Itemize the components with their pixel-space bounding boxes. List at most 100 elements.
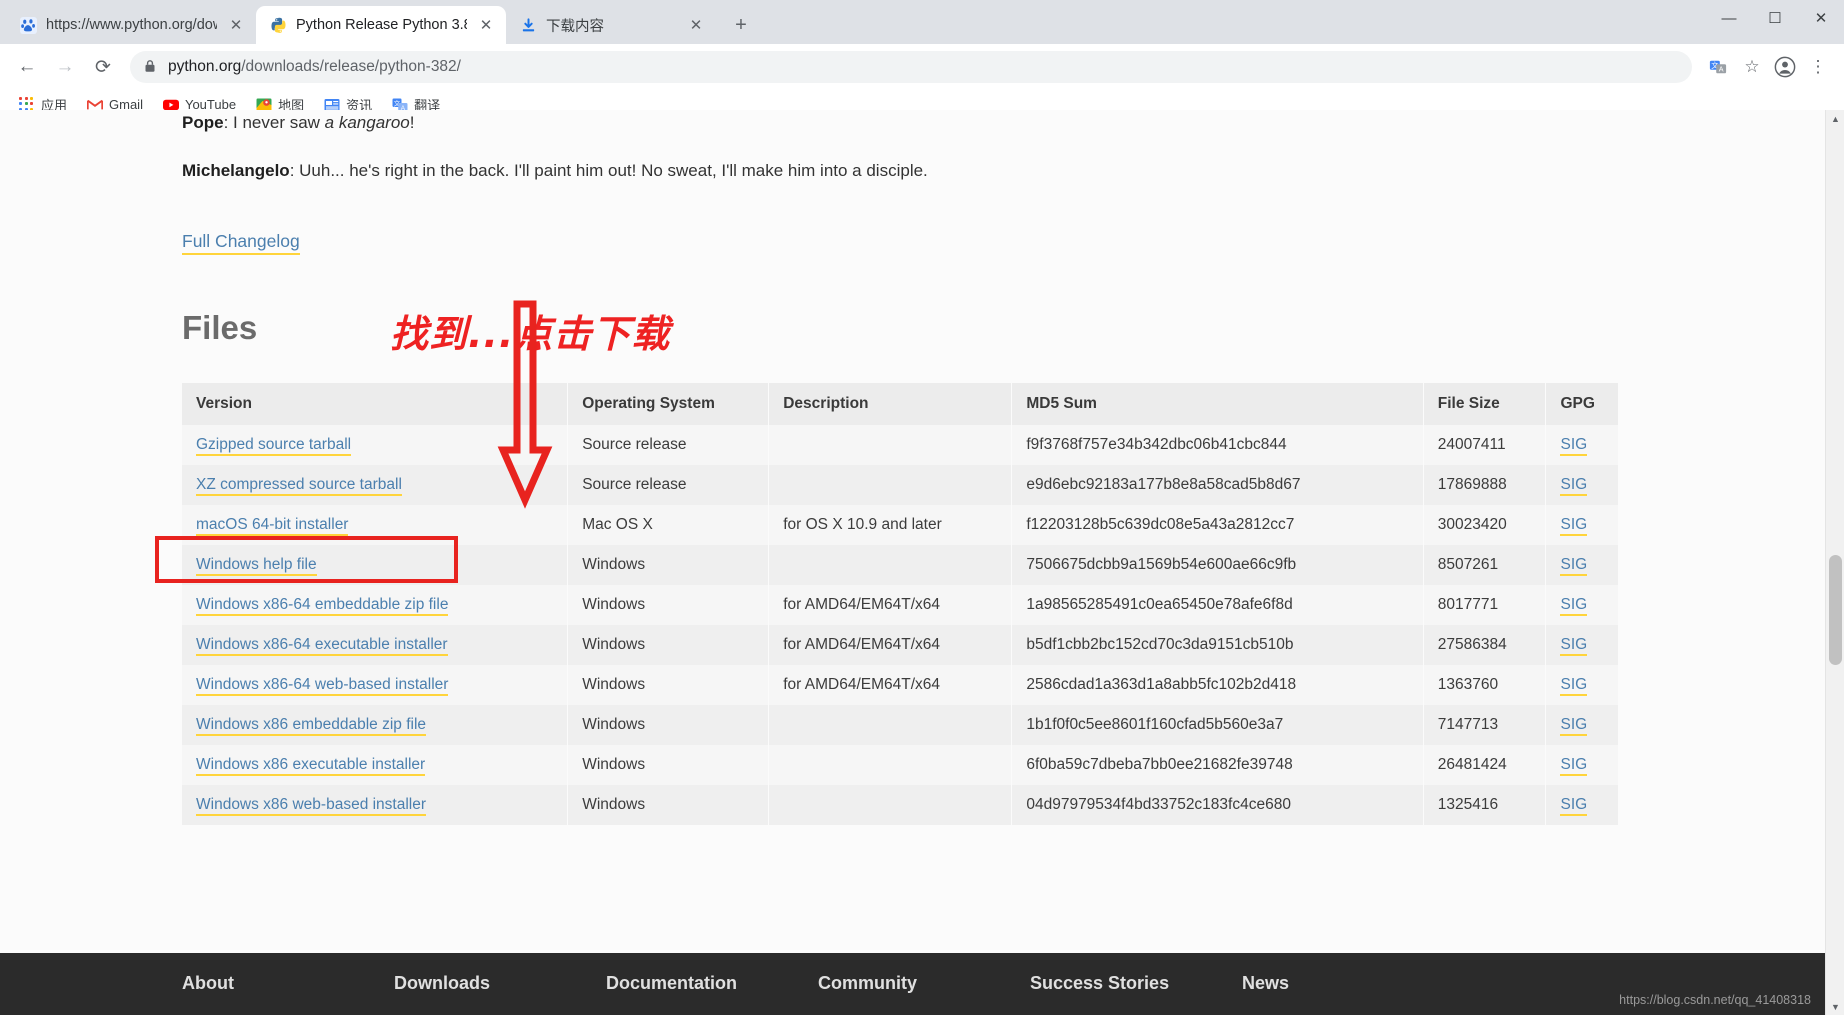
table-row: XZ compressed source tarball Source rele… [182, 465, 1619, 505]
column-header-md5[interactable]: MD5 Sum [1011, 383, 1424, 425]
column-header-version[interactable]: Version [182, 383, 569, 425]
browser-tab-1[interactable]: https://www.python.org/down ✕ [6, 6, 256, 44]
forward-icon[interactable]: → [48, 50, 82, 84]
cell-size: 26481424 [1423, 745, 1547, 785]
browser-tab-2[interactable]: Python Release Python 3.8.2 | ✕ [256, 6, 506, 44]
cell-gpg: SIG [1545, 705, 1619, 745]
download-link[interactable]: Windows help file [196, 556, 317, 576]
tab-strip: https://www.python.org/down ✕ Python Rel… [0, 0, 1844, 44]
scrollbar-thumb[interactable] [1829, 555, 1842, 665]
table-row: Windows x86-64 embeddable zip file Windo… [182, 585, 1619, 625]
sig-link[interactable]: SIG [1560, 676, 1588, 696]
cell-gpg: SIG [1545, 665, 1619, 705]
download-icon [520, 17, 537, 34]
quote-emph-pope: a kangaroo [324, 113, 410, 132]
close-window-button[interactable]: ✕ [1798, 0, 1844, 36]
back-icon[interactable]: ← [10, 50, 44, 84]
profile-avatar[interactable] [1770, 52, 1800, 82]
footer-link-documentation[interactable]: Documentation [606, 973, 818, 994]
cell-size: 8017771 [1423, 585, 1547, 625]
cell-os: Windows [567, 585, 770, 625]
url-path: /downloads/release/python-382/ [241, 58, 461, 75]
browser-tab-1-close-icon[interactable]: ✕ [226, 15, 246, 35]
reload-icon[interactable]: ⟳ [86, 50, 120, 84]
sig-link[interactable]: SIG [1560, 796, 1588, 816]
full-changelog-link[interactable]: Full Changelog [182, 231, 300, 255]
quote-speaker-pope: Pope [182, 113, 224, 132]
sig-link[interactable]: SIG [1560, 556, 1588, 576]
address-bar[interactable]: python.org/downloads/release/python-382/ [130, 51, 1692, 83]
browser-tab-2-close-icon[interactable]: ✕ [476, 15, 496, 35]
download-link[interactable]: Windows x86-64 embeddable zip file [196, 596, 449, 616]
quote-line-michelangelo: Michelangelo: Uuh... he's right in the b… [182, 158, 1825, 184]
cell-desc: for AMD64/EM64T/x64 [768, 665, 1013, 705]
sig-link[interactable]: SIG [1560, 436, 1588, 456]
scroll-down-icon[interactable]: ▼ [1826, 998, 1844, 1015]
download-link[interactable]: Windows x86-64 web-based installer [196, 676, 449, 696]
cell-desc: for OS X 10.9 and later [768, 505, 1013, 545]
quote-line-pope: Pope: I never saw a kangaroo! [182, 110, 1825, 136]
table-row-highlighted: Windows x86-64 executable installer Wind… [182, 625, 1619, 665]
footer-link-community[interactable]: Community [818, 973, 1030, 994]
page-content: Pope: I never saw a kangaroo! Michelange… [0, 110, 1825, 825]
download-link[interactable]: Windows x86 web-based installer [196, 796, 427, 816]
cell-size: 7147713 [1423, 705, 1547, 745]
cell-gpg: SIG [1545, 465, 1619, 505]
cell-version: Windows x86 executable installer [182, 745, 569, 785]
cell-desc [768, 705, 1013, 745]
table-row: Windows x86 embeddable zip file Windows … [182, 705, 1619, 745]
cell-md5: 6f0ba59c7dbeba7bb0ee21682fe39748 [1011, 745, 1424, 785]
column-header-gpg[interactable]: GPG [1545, 383, 1619, 425]
cell-size: 17869888 [1423, 465, 1547, 505]
cell-md5: f12203128b5c639dc08e5a43a2812cc7 [1011, 505, 1424, 545]
translate-icon[interactable]: 文 A [1702, 51, 1734, 83]
download-link[interactable]: Windows x86 executable installer [196, 756, 426, 776]
download-link[interactable]: macOS 64-bit installer [196, 516, 349, 536]
bookmark-star-icon[interactable]: ☆ [1736, 51, 1768, 83]
browser-menu-icon[interactable]: ⋮ [1802, 51, 1834, 83]
cell-version: macOS 64-bit installer [182, 505, 569, 545]
cell-desc [768, 425, 1013, 465]
download-link[interactable]: Windows x86 embeddable zip file [196, 716, 427, 736]
scroll-up-icon[interactable]: ▲ [1826, 110, 1844, 127]
browser-tab-2-title: Python Release Python 3.8.2 | [296, 17, 467, 33]
vertical-scrollbar[interactable]: ▲ ▼ [1825, 110, 1844, 1015]
new-tab-button[interactable]: + [726, 10, 756, 40]
cell-size: 24007411 [1423, 425, 1547, 465]
cell-version: Gzipped source tarball [182, 425, 569, 465]
sig-link[interactable]: SIG [1560, 636, 1588, 656]
footer-link-news[interactable]: News [1242, 973, 1454, 994]
cell-desc [768, 745, 1013, 785]
files-table: Version Operating System Description MD5… [182, 383, 1619, 825]
browser-tab-3-close-icon[interactable]: ✕ [686, 15, 706, 35]
cell-size: 1325416 [1423, 785, 1547, 825]
footer-link-downloads[interactable]: Downloads [394, 973, 606, 994]
download-link-x86-64-executable-installer[interactable]: Windows x86-64 executable installer [196, 636, 448, 656]
sig-link[interactable]: SIG [1560, 516, 1588, 536]
browser-tab-3-title: 下载内容 [546, 18, 604, 35]
minimize-button[interactable]: — [1706, 0, 1752, 36]
cell-desc [768, 465, 1013, 505]
column-header-file-size[interactable]: File Size [1423, 383, 1547, 425]
cell-md5: 1b1f0f0c5ee8601f160cfad5b560e3a7 [1011, 705, 1424, 745]
cell-version: XZ compressed source tarball [182, 465, 569, 505]
download-link[interactable]: XZ compressed source tarball [196, 476, 402, 496]
files-table-body: Gzipped source tarball Source release f9… [182, 425, 1619, 825]
table-row: Windows x86-64 web-based installer Windo… [182, 665, 1619, 705]
download-link[interactable]: Gzipped source tarball [196, 436, 352, 456]
sig-link[interactable]: SIG [1560, 476, 1588, 496]
cell-gpg: SIG [1545, 425, 1619, 465]
cell-md5: 1a98565285491c0ea65450e78afe6f8d [1011, 585, 1424, 625]
browser-tab-3[interactable]: 下载内容 ✕ [506, 6, 716, 44]
cell-size: 8507261 [1423, 545, 1547, 585]
maximize-button[interactable]: ☐ [1752, 0, 1798, 36]
sig-link[interactable]: SIG [1560, 596, 1588, 616]
cell-desc [768, 545, 1013, 585]
sig-link[interactable]: SIG [1560, 716, 1588, 736]
footer-link-success-stories[interactable]: Success Stories [1030, 973, 1242, 994]
footer-link-about[interactable]: About [182, 973, 394, 994]
sig-link[interactable]: SIG [1560, 756, 1588, 776]
column-header-os[interactable]: Operating System [567, 383, 770, 425]
quote-tail-pope: ! [409, 113, 415, 132]
column-header-description[interactable]: Description [768, 383, 1013, 425]
